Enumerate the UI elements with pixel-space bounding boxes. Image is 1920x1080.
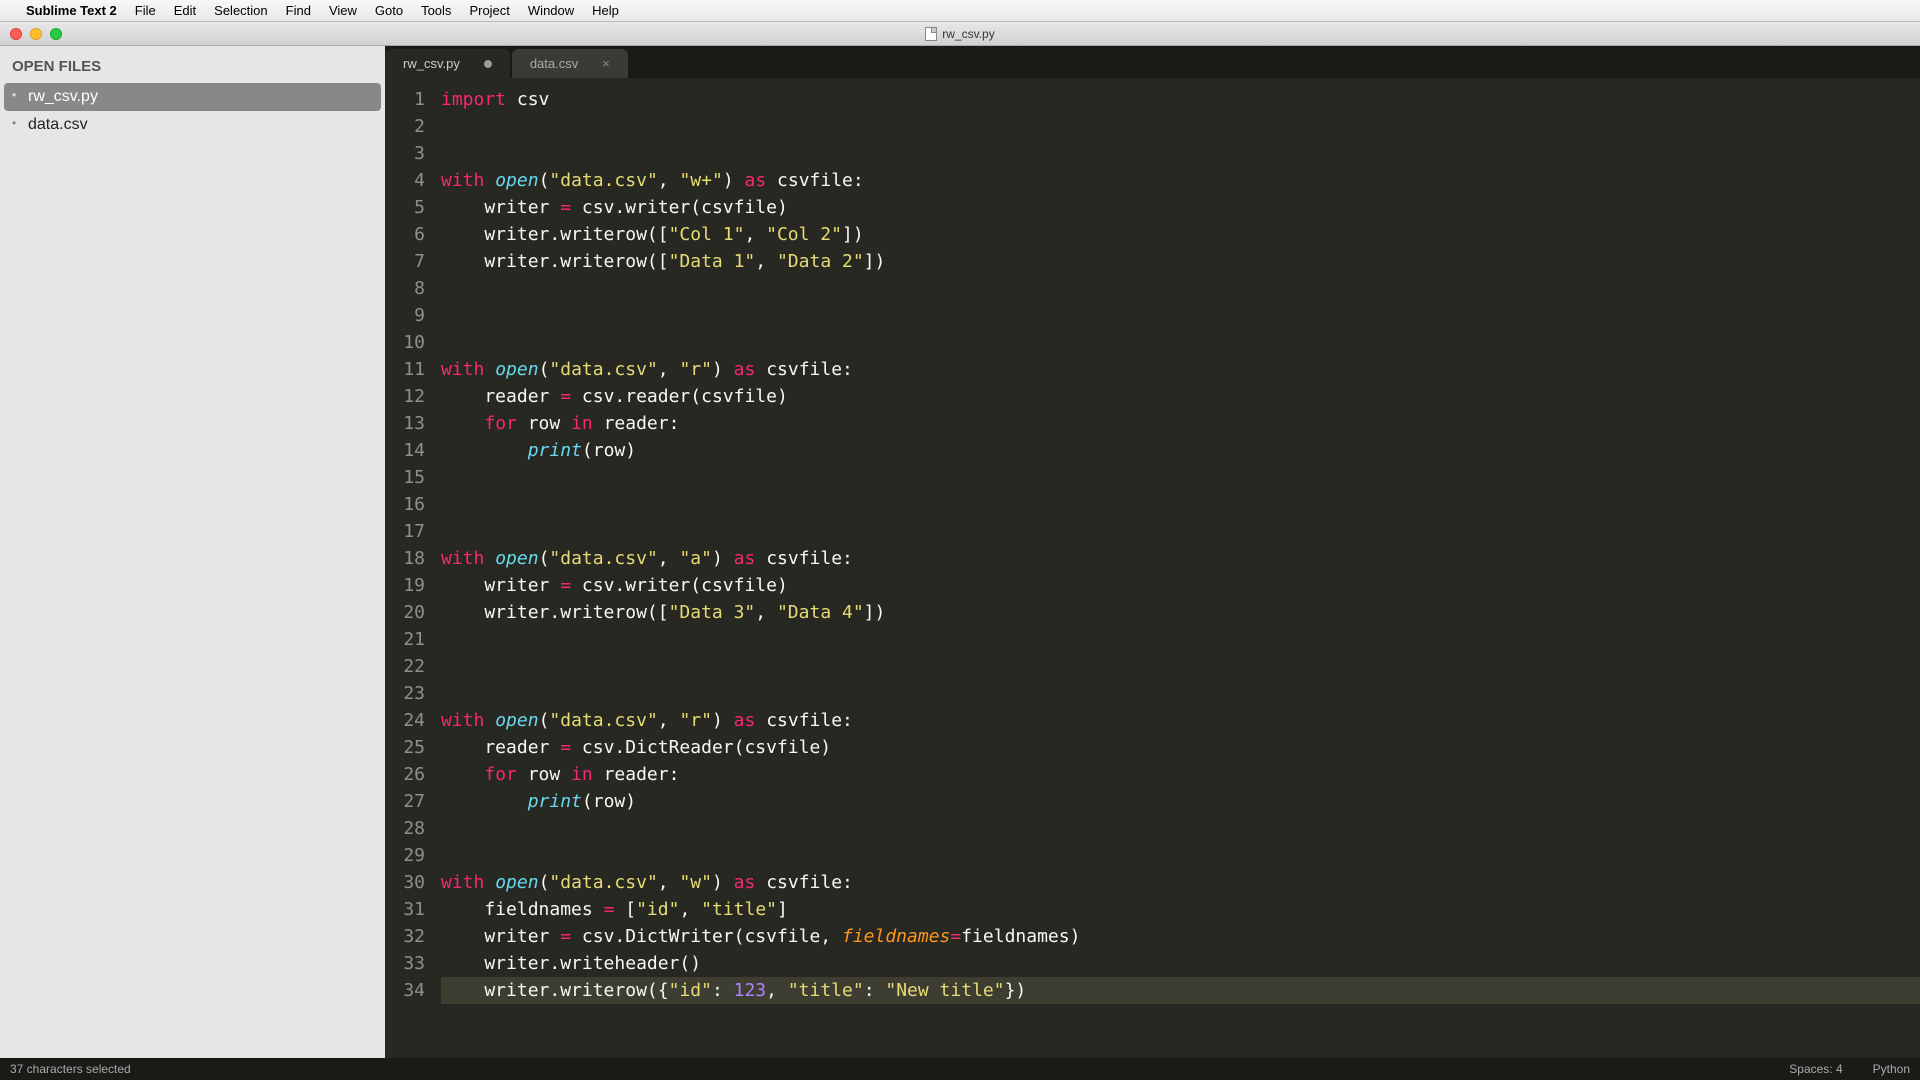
line-number-gutter: 1234567891011121314151617181920212223242… (385, 78, 435, 1058)
code-editor[interactable]: 1234567891011121314151617181920212223242… (385, 78, 1920, 1058)
sidebar-header: OPEN FILES (0, 46, 385, 83)
sidebar: OPEN FILES rw_csv.py data.csv (0, 46, 385, 1058)
menu-project[interactable]: Project (469, 3, 509, 18)
menu-view[interactable]: View (329, 3, 357, 18)
tab-data-csv[interactable]: data.csv × (512, 49, 628, 78)
sidebar-file-label: data.csv (28, 116, 88, 133)
tab-rw-csv[interactable]: rw_csv.py (385, 49, 510, 78)
close-icon[interactable]: × (602, 56, 610, 71)
menu-find[interactable]: Find (286, 3, 311, 18)
code-content[interactable]: import csv with open("data.csv", "w+") a… (435, 78, 1920, 1058)
window-title-text: rw_csv.py (942, 27, 994, 41)
menu-tools[interactable]: Tools (421, 3, 451, 18)
macos-menubar[interactable]: Sublime Text 2 File Edit Selection Find … (0, 0, 1920, 22)
menu-help[interactable]: Help (592, 3, 619, 18)
maximize-button[interactable] (50, 28, 62, 40)
tab-bar: rw_csv.py data.csv × (385, 46, 1920, 78)
window-title: rw_csv.py (0, 27, 1920, 41)
status-bar: 37 characters selected Spaces: 4 Python (0, 1058, 1920, 1080)
window-controls (0, 28, 62, 40)
menu-window[interactable]: Window (528, 3, 574, 18)
tab-label: rw_csv.py (403, 56, 460, 71)
menu-selection[interactable]: Selection (214, 3, 267, 18)
status-language[interactable]: Python (1873, 1062, 1910, 1076)
menu-goto[interactable]: Goto (375, 3, 403, 18)
dirty-indicator-icon (484, 60, 492, 68)
app-name[interactable]: Sublime Text 2 (26, 3, 117, 18)
sidebar-file-label: rw_csv.py (28, 88, 98, 105)
status-selection: 37 characters selected (10, 1062, 1789, 1076)
status-spaces[interactable]: Spaces: 4 (1789, 1062, 1842, 1076)
document-icon (925, 27, 937, 41)
menu-edit[interactable]: Edit (174, 3, 196, 18)
editor-area: rw_csv.py data.csv × 1234567891011121314… (385, 46, 1920, 1058)
minimize-button[interactable] (30, 28, 42, 40)
close-button[interactable] (10, 28, 22, 40)
sidebar-file-data-csv[interactable]: data.csv (0, 111, 385, 139)
sidebar-file-rw-csv[interactable]: rw_csv.py (4, 83, 381, 111)
menu-file[interactable]: File (135, 3, 156, 18)
window-titlebar: rw_csv.py (0, 22, 1920, 46)
tab-label: data.csv (530, 56, 578, 71)
